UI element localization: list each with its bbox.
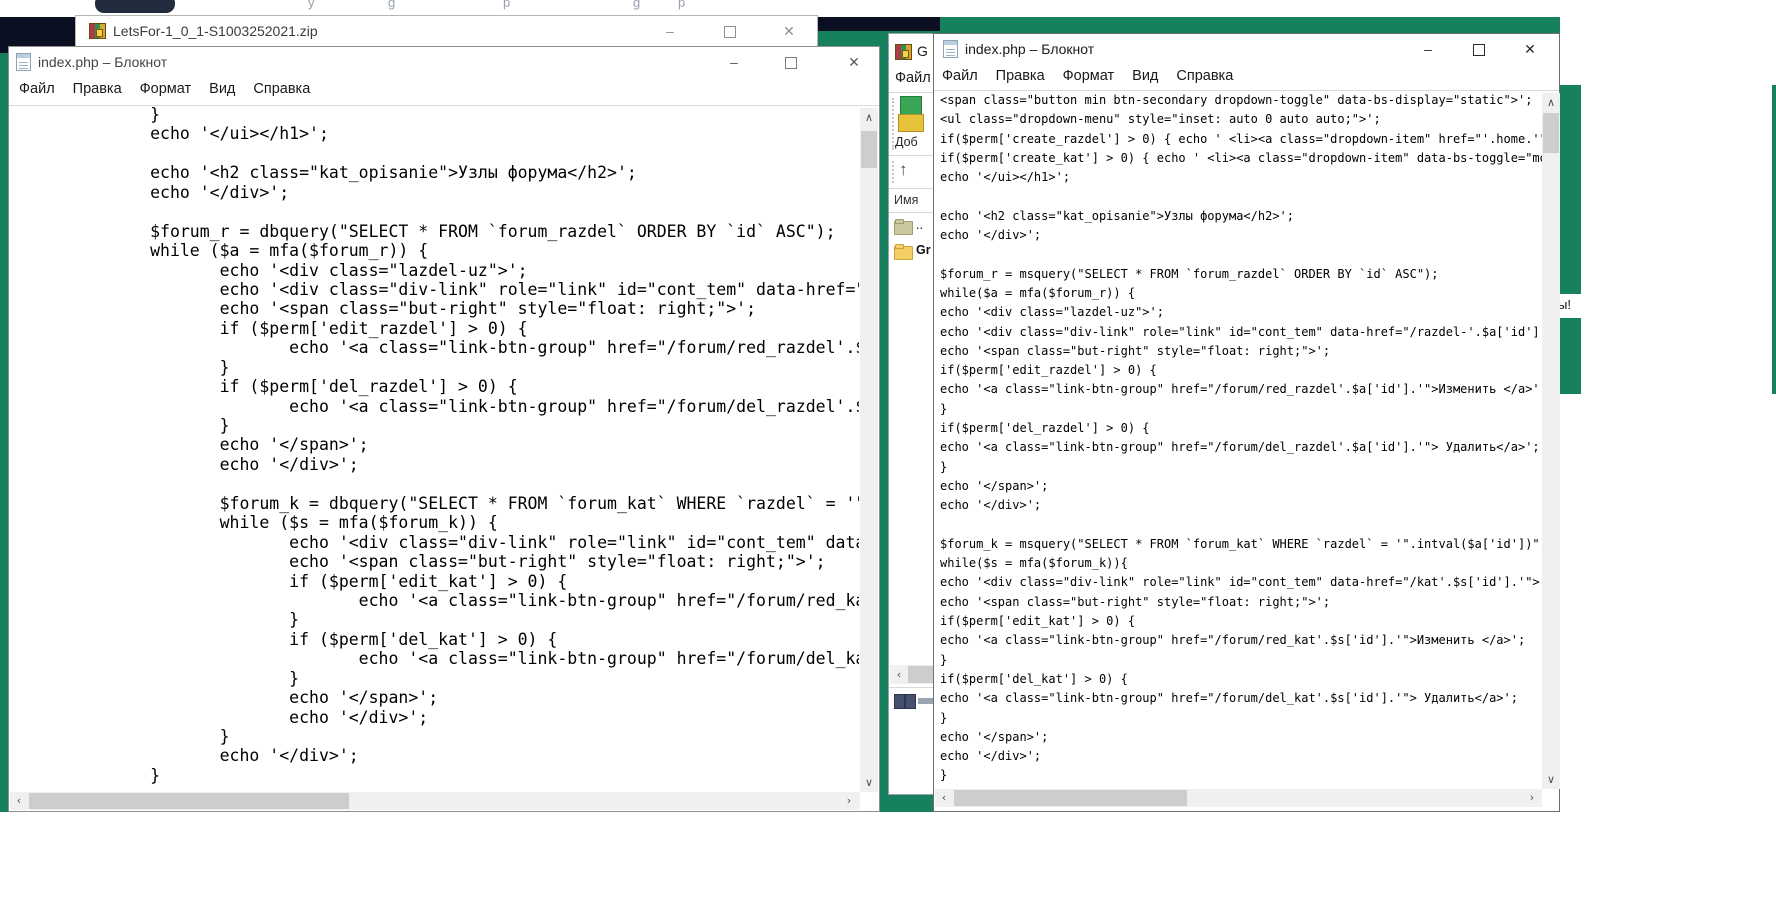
code-editor[interactable]: <span class="button min btn-secondary dr… xyxy=(940,91,1542,787)
menu-edit[interactable]: Правка xyxy=(67,78,128,100)
add-archive-icon xyxy=(898,96,924,132)
toolbar-grip xyxy=(892,161,894,183)
folder-up-icon xyxy=(894,221,913,235)
minimize-button[interactable]: – xyxy=(711,47,757,78)
scrollbar-thumb[interactable] xyxy=(1543,113,1559,153)
clipped-text-fragment: g xyxy=(633,0,640,10)
scroll-right-arrow[interactable]: › xyxy=(842,794,856,807)
scrollbar-thumb[interactable] xyxy=(861,131,877,168)
code-editor[interactable]: } echo '</ui></h1>'; echo '<h2 class="ka… xyxy=(11,105,859,792)
notepad-icon xyxy=(16,53,31,71)
minimize-button[interactable]: – xyxy=(1405,34,1451,65)
clipped-text-fragment: g xyxy=(388,0,395,10)
minimize-button[interactable]: – xyxy=(647,16,693,47)
maximize-button[interactable] xyxy=(768,47,814,78)
scroll-right-arrow[interactable]: › xyxy=(1525,791,1539,804)
right-notepad-titlebar[interactable]: index.php – Блокнот – ✕ xyxy=(934,34,1559,66)
toolbar-grip xyxy=(892,98,894,150)
notepad-icon xyxy=(943,40,958,58)
close-button[interactable]: ✕ xyxy=(766,16,812,47)
status-icon xyxy=(905,694,916,709)
menu-format[interactable]: Формат xyxy=(134,78,198,100)
menu-file[interactable]: Файл xyxy=(936,65,984,87)
right-notepad-hscrollbar[interactable]: ‹ › xyxy=(935,789,1542,807)
zip-window-title: LetsFor-1_0_1-S1003252021.zip xyxy=(113,23,318,39)
menu-help[interactable]: Справка xyxy=(1170,65,1239,87)
scroll-up-arrow[interactable]: ∧ xyxy=(1542,96,1560,109)
right-notepad-vscrollbar[interactable]: ∧ ∨ xyxy=(1542,93,1560,789)
menu-edit[interactable]: Правка xyxy=(990,65,1051,87)
up-one-level-button[interactable]: ↑ xyxy=(899,160,908,180)
background-app-header-mid xyxy=(810,17,940,31)
right-notepad-title: index.php – Блокнот xyxy=(965,41,1094,57)
scroll-up-arrow[interactable]: ∧ xyxy=(860,111,878,124)
maximize-button[interactable] xyxy=(707,16,753,47)
status-icon xyxy=(894,694,905,709)
winrar-icon xyxy=(89,23,106,39)
scrollbar-thumb[interactable] xyxy=(29,793,349,809)
clipped-text-fragment: y xyxy=(308,0,315,10)
column-header-name[interactable]: Имя xyxy=(894,193,918,207)
menu-view[interactable]: Вид xyxy=(203,78,241,100)
scroll-left-arrow[interactable]: ‹ xyxy=(12,794,26,807)
right-notepad-window: index.php – Блокнот – ✕ Файл Правка Формат… xyxy=(933,33,1560,812)
left-notepad-title: index.php – Блокнот xyxy=(38,54,167,70)
menu-help[interactable]: Справка xyxy=(247,78,316,100)
menu-file[interactable]: Файл xyxy=(13,78,61,100)
scroll-left-arrow[interactable]: ‹ xyxy=(937,791,951,804)
left-notepad-menubar: Файл Правка ФорматВид Справка xyxy=(13,78,322,100)
menu-format[interactable]: Формат xyxy=(1057,65,1121,87)
list-item-label: .. xyxy=(916,218,923,232)
menu-file[interactable]: Файл xyxy=(889,67,937,89)
background-app-right-strip xyxy=(1560,85,1581,394)
scroll-down-arrow[interactable]: ∨ xyxy=(1542,773,1560,786)
scrollbar-thumb[interactable] xyxy=(954,790,1187,806)
left-notepad-hscrollbar[interactable]: ‹ › xyxy=(10,792,860,810)
left-notepad-titlebar[interactable]: index.php – Блокнот – ✕ xyxy=(9,47,879,79)
top-window-strip: y g p g p xyxy=(0,0,1776,15)
zip-window-titlebar[interactable]: LetsFor-1_0_1-S1003252021.zip – ✕ xyxy=(76,16,817,47)
right-notepad-menubar: Файл Правка ФорматВид Справка xyxy=(936,65,1245,87)
clipped-text-fragment: p xyxy=(678,0,685,10)
close-button[interactable]: ✕ xyxy=(1507,34,1553,65)
menu-view[interactable]: Вид xyxy=(1126,65,1164,87)
left-notepad-vscrollbar[interactable]: ∧ ∨ xyxy=(860,108,878,792)
desktop: { "top_strip": { "fragments": ["y", "g",… xyxy=(0,0,1776,908)
winrar-icon xyxy=(895,44,912,60)
maximize-button[interactable] xyxy=(1456,34,1502,65)
list-item-label: Gr xyxy=(916,243,931,257)
scroll-down-arrow[interactable]: ∨ xyxy=(860,776,878,789)
zip-window: LetsFor-1_0_1-S1003252021.zip – ✕ xyxy=(75,15,818,48)
close-button[interactable]: ✕ xyxy=(831,47,877,78)
archive-window-title: G xyxy=(917,43,928,59)
status-icon xyxy=(918,698,934,704)
folder-icon xyxy=(894,246,913,260)
browser-tab-fragment[interactable] xyxy=(95,0,175,13)
background-app-right-edge xyxy=(1772,85,1776,394)
clipped-text-fragment: p xyxy=(503,0,510,10)
left-notepad-window: index.php – Блокнот – ✕ Файл Правка Формат… xyxy=(8,46,880,812)
scroll-left-arrow[interactable]: ‹ xyxy=(892,668,906,681)
add-files-label: Доб xyxy=(895,135,918,149)
